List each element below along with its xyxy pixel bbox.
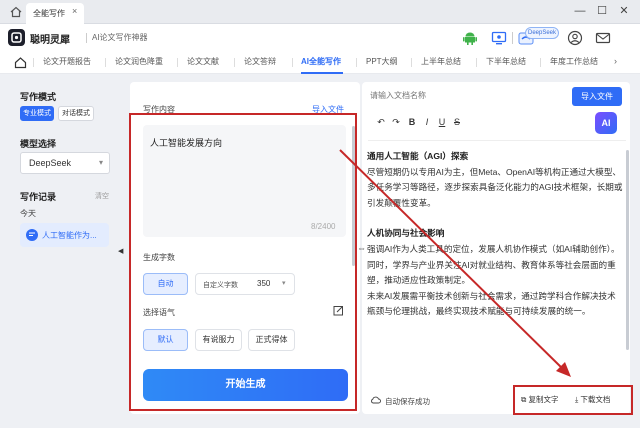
underline-button[interactable]: U bbox=[437, 117, 447, 127]
doc-paragraph: 强调AI作为人类工具的定位，发展人机协作模式（如AI辅助创作）。同时，学界与产业… bbox=[367, 243, 620, 286]
resize-handle-icon[interactable]: ⇔ bbox=[357, 243, 366, 253]
nav-item-ai-writing[interactable]: AI全能写作 bbox=[301, 50, 341, 74]
home-nav-icon[interactable] bbox=[14, 56, 27, 69]
maximize-icon[interactable]: ☐ bbox=[595, 4, 609, 18]
model-select[interactable]: DeepSeek ▾ bbox=[20, 152, 110, 174]
clear-history-link[interactable]: 清空 bbox=[95, 191, 109, 201]
bold-button[interactable]: B bbox=[407, 117, 417, 127]
nav-divider bbox=[476, 58, 477, 67]
chat-bubble-icon bbox=[26, 229, 38, 241]
history-item-title: 人工智能作为... bbox=[42, 231, 97, 240]
editor-scrollbar[interactable] bbox=[626, 150, 629, 350]
android-icon[interactable] bbox=[462, 30, 478, 46]
doc-heading: 人机协同与社会影响 bbox=[367, 228, 445, 239]
user-icon[interactable] bbox=[567, 30, 583, 46]
nav-divider bbox=[177, 58, 178, 67]
model-heading: 模型选择 bbox=[20, 139, 57, 149]
autosave-status: 自动保存成功 bbox=[385, 397, 430, 406]
chevron-down-icon: ▾ bbox=[98, 158, 103, 167]
header-divider bbox=[512, 32, 513, 44]
collapse-sidebar-icon[interactable]: ◀ bbox=[118, 247, 123, 255]
strikethrough-button[interactable]: S bbox=[452, 117, 462, 127]
nav-divider bbox=[411, 58, 412, 67]
italic-button[interactable]: I bbox=[422, 117, 432, 127]
history-heading: 写作记录 bbox=[20, 192, 57, 202]
doc-paragraph: 未来AI发展需平衡技术创新与社会需求，通过跨学科合作解决技术瓶颈与伦理挑战，最终… bbox=[367, 290, 616, 317]
model-select-value: DeepSeek bbox=[29, 158, 72, 168]
mail-icon[interactable] bbox=[595, 30, 611, 46]
nav-item-h1-summary[interactable]: 上半年总结 bbox=[421, 50, 461, 74]
brand-name: 聪明灵犀 bbox=[30, 35, 70, 46]
top-nav: 论文开题报告 论文润色降重 论文文献 论文答辩 AI全能写作 PPT大纲 上半年… bbox=[0, 50, 640, 74]
import-file-button[interactable]: 导入文件 bbox=[572, 87, 622, 106]
nav-item-defense[interactable]: 论文答辩 bbox=[244, 50, 276, 74]
minimize-icon[interactable]: — bbox=[573, 4, 587, 18]
home-icon[interactable] bbox=[10, 6, 22, 18]
nav-active-indicator bbox=[301, 72, 343, 74]
nav-item-annual-summary[interactable]: 年度工作总结 bbox=[550, 50, 598, 74]
app-logo bbox=[8, 29, 25, 46]
window-titlebar: 全能写作 × — ☐ ✕ bbox=[0, 0, 640, 24]
nav-divider bbox=[105, 58, 106, 67]
history-item[interactable]: 人工智能作为... bbox=[20, 223, 109, 247]
mode-heading: 写作模式 bbox=[20, 92, 57, 102]
nav-divider bbox=[356, 58, 357, 67]
document-name-input[interactable] bbox=[370, 88, 570, 102]
nav-divider bbox=[292, 58, 293, 67]
tab-close-icon[interactable]: × bbox=[72, 7, 80, 16]
nav-divider bbox=[234, 58, 235, 67]
annotation-box-actions bbox=[513, 385, 633, 415]
doc-paragraph: 尽管短期仍以专用AI为主，但Meta、OpenAI等机构正通过大模型、多任务学习… bbox=[367, 166, 623, 208]
annotation-box-input bbox=[129, 113, 357, 411]
nav-item-proposal[interactable]: 论文开题报告 bbox=[43, 50, 91, 74]
document-content[interactable]: 通用人工智能（AGI）探索 尽管短期仍以专用AI为主，但Meta、OpenAI等… bbox=[367, 149, 623, 320]
history-date-group: 今天 bbox=[20, 209, 36, 218]
dialog-mode-button[interactable]: 对话模式 bbox=[58, 106, 94, 121]
nav-item-h2-summary[interactable]: 下半年总结 bbox=[486, 50, 526, 74]
nav-divider bbox=[540, 58, 541, 67]
deepseek-badge: DeepSeek bbox=[525, 27, 559, 39]
doc-heading: 通用人工智能（AGI）探索 bbox=[367, 151, 469, 161]
pro-mode-button[interactable]: 专业模式 bbox=[20, 106, 54, 121]
window-close-icon[interactable]: ✕ bbox=[617, 4, 631, 18]
redo-icon[interactable]: ↷ bbox=[391, 117, 401, 128]
tab-label: 全能写作 bbox=[33, 9, 65, 18]
nav-item-ppt[interactable]: PPT大纲 bbox=[366, 50, 398, 74]
toolbar-divider bbox=[368, 140, 626, 141]
nav-item-literature[interactable]: 论文文献 bbox=[187, 50, 219, 74]
cloud-icon bbox=[371, 396, 381, 404]
nav-item-polish[interactable]: 论文润色降重 bbox=[115, 50, 163, 74]
undo-icon[interactable]: ↶ bbox=[376, 117, 386, 128]
app-subtitle: AI论文写作神器 bbox=[92, 33, 148, 42]
ai-assistant-button[interactable]: AI bbox=[595, 112, 617, 134]
brand-divider bbox=[86, 33, 87, 43]
nav-divider bbox=[33, 58, 34, 67]
pc-icon[interactable] bbox=[491, 30, 507, 46]
nav-more-arrow-icon[interactable]: › bbox=[614, 56, 617, 66]
